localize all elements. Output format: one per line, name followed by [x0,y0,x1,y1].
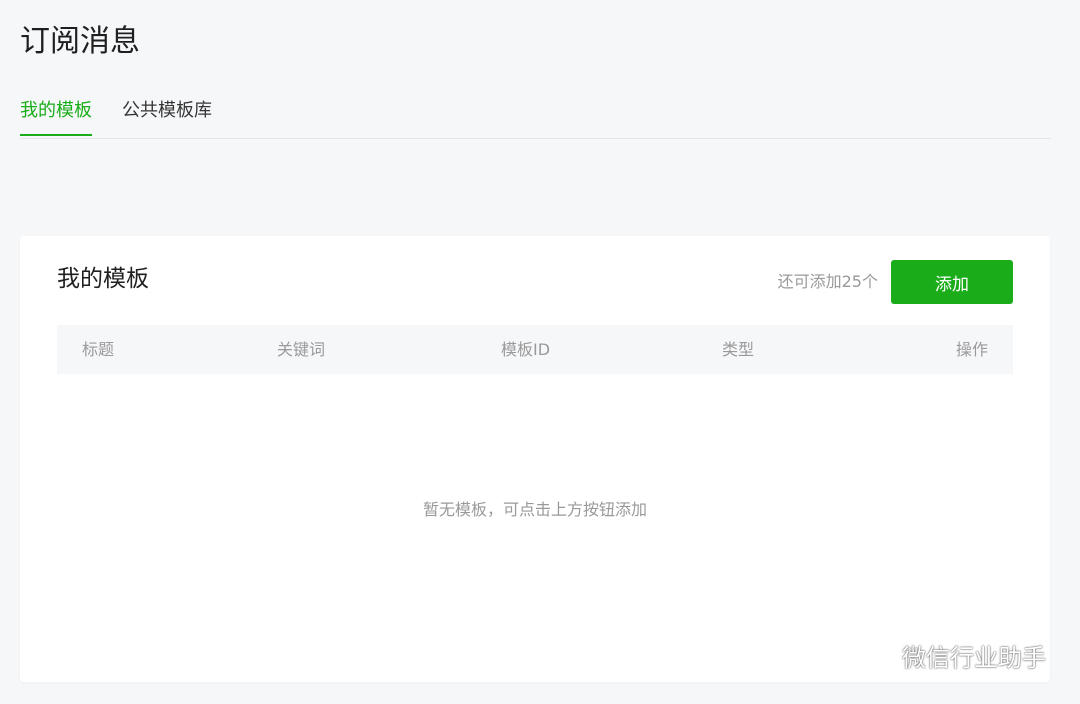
wechat-icon [855,640,895,672]
add-template-button[interactable]: 添加 [891,260,1013,304]
column-header-keywords: 关键词 [277,340,326,359]
tab-my-templates[interactable]: 我的模板 [20,94,92,136]
column-header-template-id: 模板ID [501,340,551,359]
watermark: 微信行业助手 [854,638,1046,673]
tab-bar: 我的模板 公共模板库 [20,94,1051,139]
watermark-text: 微信行业助手 [902,644,1046,672]
my-templates-card: 我的模板 还可添加25个 添加 标题 关键词 模板ID 类型 操作 暂无模板，可… [20,236,1050,682]
tab-public-template-library[interactable]: 公共模板库 [122,94,212,136]
empty-state-text: 暂无模板，可点击上方按钮添加 [422,500,647,519]
column-header-action: 操作 [955,340,988,359]
page-title: 订阅消息 [20,24,140,59]
column-header-type: 类型 [722,340,755,359]
table-header: 标题 关键词 模板ID 类型 操作 [57,325,1013,374]
remaining-count-text: 还可添加25个 [777,272,878,291]
column-header-title: 标题 [82,340,115,359]
card-title: 我的模板 [57,266,149,292]
